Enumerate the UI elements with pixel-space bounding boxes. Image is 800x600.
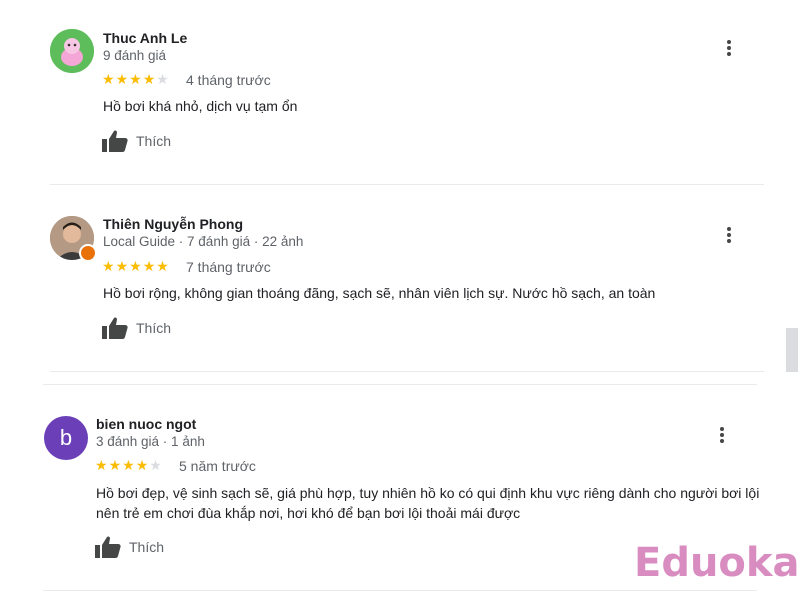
review-divider <box>50 371 764 372</box>
cat-illustration-icon <box>50 29 94 73</box>
local-guide-badge-icon <box>79 244 97 262</box>
review-time: 5 năm trước <box>179 458 256 474</box>
star-icon: ★ <box>102 258 116 274</box>
more-vert-icon <box>727 227 731 243</box>
review-text: Hồ bơi đẹp, vệ sinh sạch sẽ, giá phù hợp… <box>96 485 760 521</box>
avatar-letter: b <box>59 425 73 450</box>
like-button[interactable]: Thích <box>102 317 171 339</box>
review-divider <box>50 184 764 185</box>
like-label: Thích <box>136 133 172 149</box>
star-icon: ★ <box>142 71 157 87</box>
thumbs-up-icon <box>102 130 128 152</box>
review-time: 4 tháng trước <box>186 72 271 88</box>
star-icon: ★ <box>149 457 163 473</box>
star-icon: ★ <box>95 457 109 473</box>
reviewer-meta: Local Guide · 7 đánh giá · 22 ảnh <box>103 234 304 249</box>
review-divider <box>43 590 757 591</box>
more-vert-icon <box>720 427 724 443</box>
rating-stars: ★★★★★ <box>102 71 170 88</box>
review-divider <box>43 384 757 385</box>
reviewer-avatar[interactable]: b <box>44 416 88 460</box>
reviewer-meta: 3 đánh giá · 1 ảnh <box>96 434 205 449</box>
reviewer-meta: 9 đánh giá <box>103 48 167 63</box>
rating-stars: ★★★★★ <box>95 457 163 474</box>
more-options-button[interactable] <box>710 423 734 447</box>
review-time: 7 tháng trước <box>186 259 271 275</box>
star-icon: ★ <box>102 71 116 87</box>
star-icon: ★ <box>156 258 170 274</box>
review-text: Hồ bơi rộng, không gian thoáng đãng, sạc… <box>103 285 656 301</box>
star-icon: ★ <box>108 457 123 473</box>
like-label: Thích <box>129 539 165 555</box>
more-vert-icon <box>727 40 731 56</box>
watermark-logo: Eduoka <box>634 540 800 586</box>
star-icon: ★ <box>142 258 157 274</box>
star-icon: ★ <box>135 457 150 473</box>
like-button[interactable]: Thích <box>95 536 164 558</box>
thumbs-up-icon <box>102 317 128 339</box>
like-label: Thích <box>136 320 172 336</box>
more-options-button[interactable] <box>717 36 741 60</box>
review-text: Hồ bơi khá nhỏ, dịch vụ tạm ổn <box>103 98 298 114</box>
rating-stars: ★★★★★ <box>102 258 170 275</box>
star-icon: ★ <box>129 71 143 87</box>
reviewer-name[interactable]: Thuc Anh Le <box>103 30 187 46</box>
star-icon: ★ <box>129 258 143 274</box>
reviewer-name[interactable]: bien nuoc ngot <box>96 416 196 432</box>
star-icon: ★ <box>156 71 170 87</box>
more-options-button[interactable] <box>717 223 741 247</box>
star-icon: ★ <box>122 457 136 473</box>
like-button[interactable]: Thích <box>102 130 171 152</box>
reviewer-avatar[interactable] <box>50 29 94 73</box>
scrollbar-thumb[interactable] <box>786 328 798 372</box>
star-icon: ★ <box>115 71 130 87</box>
reviewer-name[interactable]: Thiên Nguyễn Phong <box>103 216 243 232</box>
thumbs-up-icon <box>95 536 121 558</box>
star-icon: ★ <box>115 258 130 274</box>
